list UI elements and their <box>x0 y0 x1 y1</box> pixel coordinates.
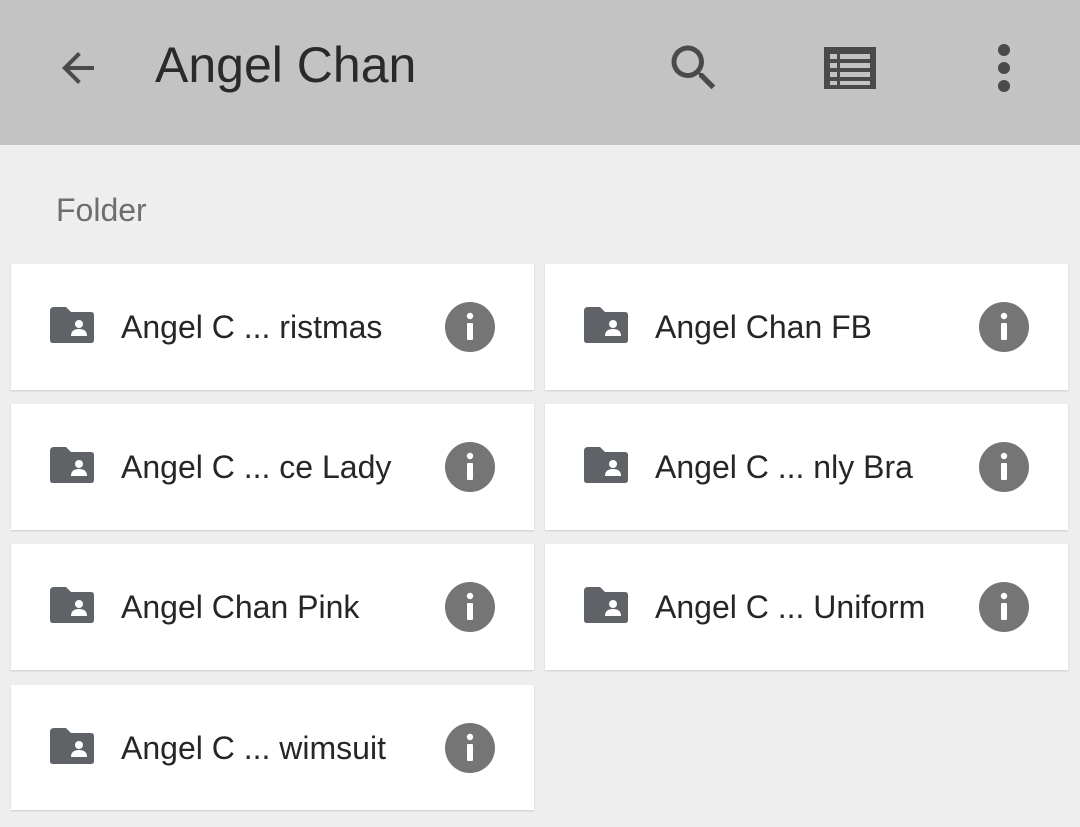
page-title: Angel Chan <box>155 37 417 93</box>
folder-name: Angel C ... Uniform <box>655 589 926 625</box>
search-button[interactable] <box>662 36 726 100</box>
folder-name: Angel Chan Pink <box>121 589 360 625</box>
folder-card[interactable]: Angel C ... nly Bra <box>545 404 1068 530</box>
list-view-icon <box>824 47 876 89</box>
folder-name: Angel Chan FB <box>655 309 873 345</box>
folder-name: Angel C ... ce Lady <box>121 449 392 485</box>
folder-card[interactable]: Angel C ... wimsuit <box>11 685 534 810</box>
info-icon[interactable] <box>444 722 496 774</box>
folder-shared-icon <box>50 587 94 623</box>
folder-card[interactable]: Angel Chan Pink <box>11 544 534 670</box>
more-vert-icon <box>998 44 1010 92</box>
folder-shared-icon <box>50 447 94 483</box>
folder-name: Angel C ... ristmas <box>121 309 383 345</box>
more-options-button[interactable] <box>972 36 1036 100</box>
info-icon[interactable] <box>978 301 1030 353</box>
back-button[interactable] <box>50 40 106 96</box>
arrow-back-icon <box>62 52 94 84</box>
folder-shared-icon <box>584 447 628 483</box>
folder-shared-icon <box>50 728 94 764</box>
folder-name: Angel C ... wimsuit <box>121 730 386 766</box>
folder-name: Angel C ... nly Bra <box>655 449 913 485</box>
search-icon <box>671 45 716 90</box>
section-label-folder: Folder <box>56 192 147 228</box>
folder-card[interactable]: Angel Chan FB <box>545 264 1068 390</box>
folder-shared-icon <box>584 587 628 623</box>
info-icon[interactable] <box>444 301 496 353</box>
info-icon[interactable] <box>978 441 1030 493</box>
folder-shared-icon <box>50 307 94 343</box>
app-bar: Angel Chan <box>0 0 1080 145</box>
info-icon[interactable] <box>444 441 496 493</box>
folder-card[interactable]: Angel C ... ristmas <box>11 264 534 390</box>
folder-shared-icon <box>584 307 628 343</box>
view-toggle-button[interactable] <box>818 36 882 100</box>
folder-card[interactable]: Angel C ... Uniform <box>545 544 1068 670</box>
folder-card[interactable]: Angel C ... ce Lady <box>11 404 534 530</box>
info-icon[interactable] <box>444 581 496 633</box>
info-icon[interactable] <box>978 581 1030 633</box>
